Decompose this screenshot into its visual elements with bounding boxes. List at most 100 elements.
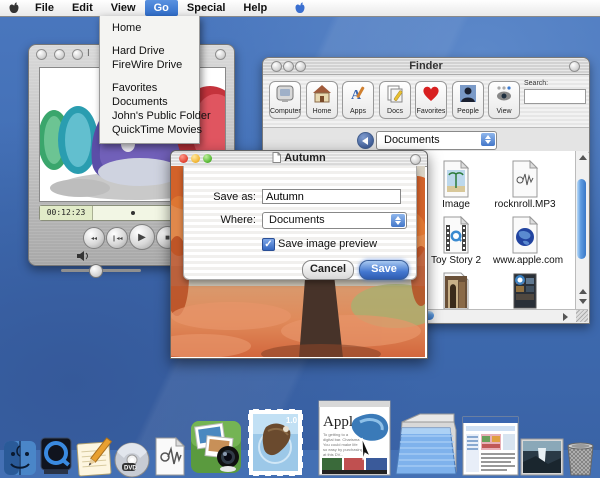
dock-trash-icon[interactable]: [564, 440, 597, 476]
play-icon: ▶: [138, 232, 146, 243]
scroll-up2-icon[interactable]: [579, 289, 587, 294]
go-menu-quicktime-movies[interactable]: QuickTime Movies: [100, 123, 199, 137]
cancel-button[interactable]: Cancel: [302, 260, 354, 280]
go-menu-hard-drive[interactable]: Hard Drive: [100, 44, 199, 58]
menu-edit[interactable]: Edit: [63, 0, 102, 16]
minimize-button[interactable]: [54, 49, 65, 60]
check-icon: ✓: [264, 239, 272, 250]
view-icon: [489, 82, 519, 108]
apple-menu-icon[interactable]: [8, 2, 20, 14]
architecture-image-icon: [424, 272, 488, 310]
volume-knob[interactable]: [89, 264, 103, 278]
dock-dvd-player-icon[interactable]: DVD: [114, 442, 150, 478]
file-item[interactable]: Image: [424, 160, 488, 210]
toolbar-computer-button[interactable]: Computer: [269, 81, 301, 119]
menu-view[interactable]: View: [102, 0, 145, 16]
step-back-icon: ❙◂◂: [111, 235, 122, 242]
quicktime-file-icon: [424, 216, 488, 254]
toolbar-label: Home: [313, 108, 332, 115]
menu-go[interactable]: Go: [145, 0, 178, 16]
windowshade-button[interactable]: [569, 61, 580, 72]
close-button[interactable]: [36, 49, 47, 60]
toolbar-label: View: [496, 108, 511, 115]
autumn-titlebar[interactable]: Autumn: [171, 151, 427, 167]
stamp-version-label: 1.0: [286, 416, 298, 425]
back-button[interactable]: [357, 132, 374, 149]
go-menu-home[interactable]: Home: [100, 21, 199, 35]
window-title: I: [87, 48, 90, 59]
go-menu-favorites[interactable]: Favorites: [100, 81, 199, 95]
toolbar-label: Favorites: [417, 108, 446, 115]
windowshade-button[interactable]: [215, 49, 226, 60]
dock-finder-icon[interactable]: [3, 438, 37, 476]
toolbar-docs-button[interactable]: Docs: [379, 81, 411, 119]
menu-help[interactable]: Help: [234, 0, 276, 16]
file-name: Image: [442, 199, 470, 210]
docs-icon: [380, 82, 410, 108]
scroll-up-icon[interactable]: [579, 155, 587, 160]
location-popup[interactable]: Documents: [376, 131, 497, 150]
file-item[interactable]: Architecture: [424, 272, 488, 310]
toolbar-home-button[interactable]: Home: [306, 81, 338, 119]
dock-notes-icon[interactable]: [76, 435, 116, 478]
play-button[interactable]: ▶: [129, 224, 155, 250]
save-button[interactable]: Save: [359, 260, 409, 280]
scroll-down-icon[interactable]: [579, 299, 587, 304]
movie-file-icon: [493, 272, 557, 310]
dock-apple-website-icon[interactable]: Apple To getting to adigital bar. Charis…: [318, 400, 391, 476]
toolbar-view-button[interactable]: View: [488, 81, 520, 119]
dock-mail-icon[interactable]: 1.0: [248, 409, 303, 476]
apple-logo-icon: [294, 2, 306, 14]
file-item[interactable]: www.apple.com: [493, 216, 557, 266]
apps-icon: A: [343, 82, 373, 108]
go-menu-documents[interactable]: Documents: [100, 95, 199, 109]
popup-stepper-icon: [391, 214, 405, 227]
save-as-input[interactable]: [262, 189, 401, 204]
menu-bar: File Edit View Go Special Help: [0, 0, 600, 17]
dock-photo-icon[interactable]: [520, 438, 564, 476]
dock-audio-file-icon[interactable]: [152, 437, 188, 476]
dvd-label: DVD: [124, 466, 137, 472]
playhead[interactable]: [131, 211, 135, 215]
speaker-icon: [77, 251, 89, 261]
file-item[interactable]: Toy Story 2: [424, 216, 488, 266]
dock-image-capture-icon[interactable]: [190, 417, 243, 476]
vertical-scrollbar[interactable]: [575, 151, 588, 310]
file-item[interactable]: Outtake.mov: [493, 272, 557, 310]
step-back-button[interactable]: ❙◂◂: [106, 227, 128, 249]
where-popup[interactable]: Documents: [262, 212, 407, 229]
toolbar-apps-button[interactable]: A Apps: [342, 81, 374, 119]
menu-special[interactable]: Special: [178, 0, 235, 16]
menu-file[interactable]: File: [26, 0, 63, 16]
file-item[interactable]: rocknroll.MP3: [493, 160, 557, 210]
file-name: Toy Story 2: [431, 255, 481, 266]
toolbar-people-button[interactable]: People: [452, 81, 484, 119]
save-preview-checkbox[interactable]: ✓: [262, 238, 275, 251]
file-name: www.apple.com: [493, 255, 563, 266]
dock-quicktime-icon[interactable]: [40, 437, 72, 476]
zoom-button[interactable]: [72, 49, 83, 60]
windowshade-button[interactable]: [410, 154, 421, 165]
dock-webpage-icon[interactable]: [462, 416, 519, 476]
search-label: Search:: [524, 80, 548, 87]
autumn-document-window[interactable]: Autumn Save as:: [170, 150, 428, 359]
resize-grip[interactable]: [576, 310, 588, 322]
window-title: Finder: [263, 60, 589, 72]
dock-folder-icon[interactable]: [394, 408, 459, 476]
window-title: Autumn: [171, 152, 427, 164]
volume-slider[interactable]: [61, 269, 141, 272]
menu-separator: [100, 35, 199, 44]
toolbar-favorites-button[interactable]: Favorites: [415, 81, 447, 119]
document-icon: [272, 152, 281, 163]
toolbar-label: Apps: [350, 108, 366, 115]
search-input[interactable]: [524, 89, 586, 104]
save-sheet: Save as: Where: Documents ✓ Save image p…: [183, 166, 417, 280]
scroll-right-icon[interactable]: [563, 313, 568, 321]
go-menu-firewire-drive[interactable]: FireWire Drive: [100, 58, 199, 72]
go-menu-johns-public-folder[interactable]: John's Public Folder: [100, 109, 199, 123]
audio-file-icon: [493, 160, 557, 198]
rewind-button[interactable]: ◂◂: [83, 227, 105, 249]
svg-text:at this DV...: at this DV...: [323, 452, 343, 457]
vertical-scroll-thumb[interactable]: [577, 179, 586, 259]
finder-titlebar[interactable]: Finder: [263, 58, 589, 75]
